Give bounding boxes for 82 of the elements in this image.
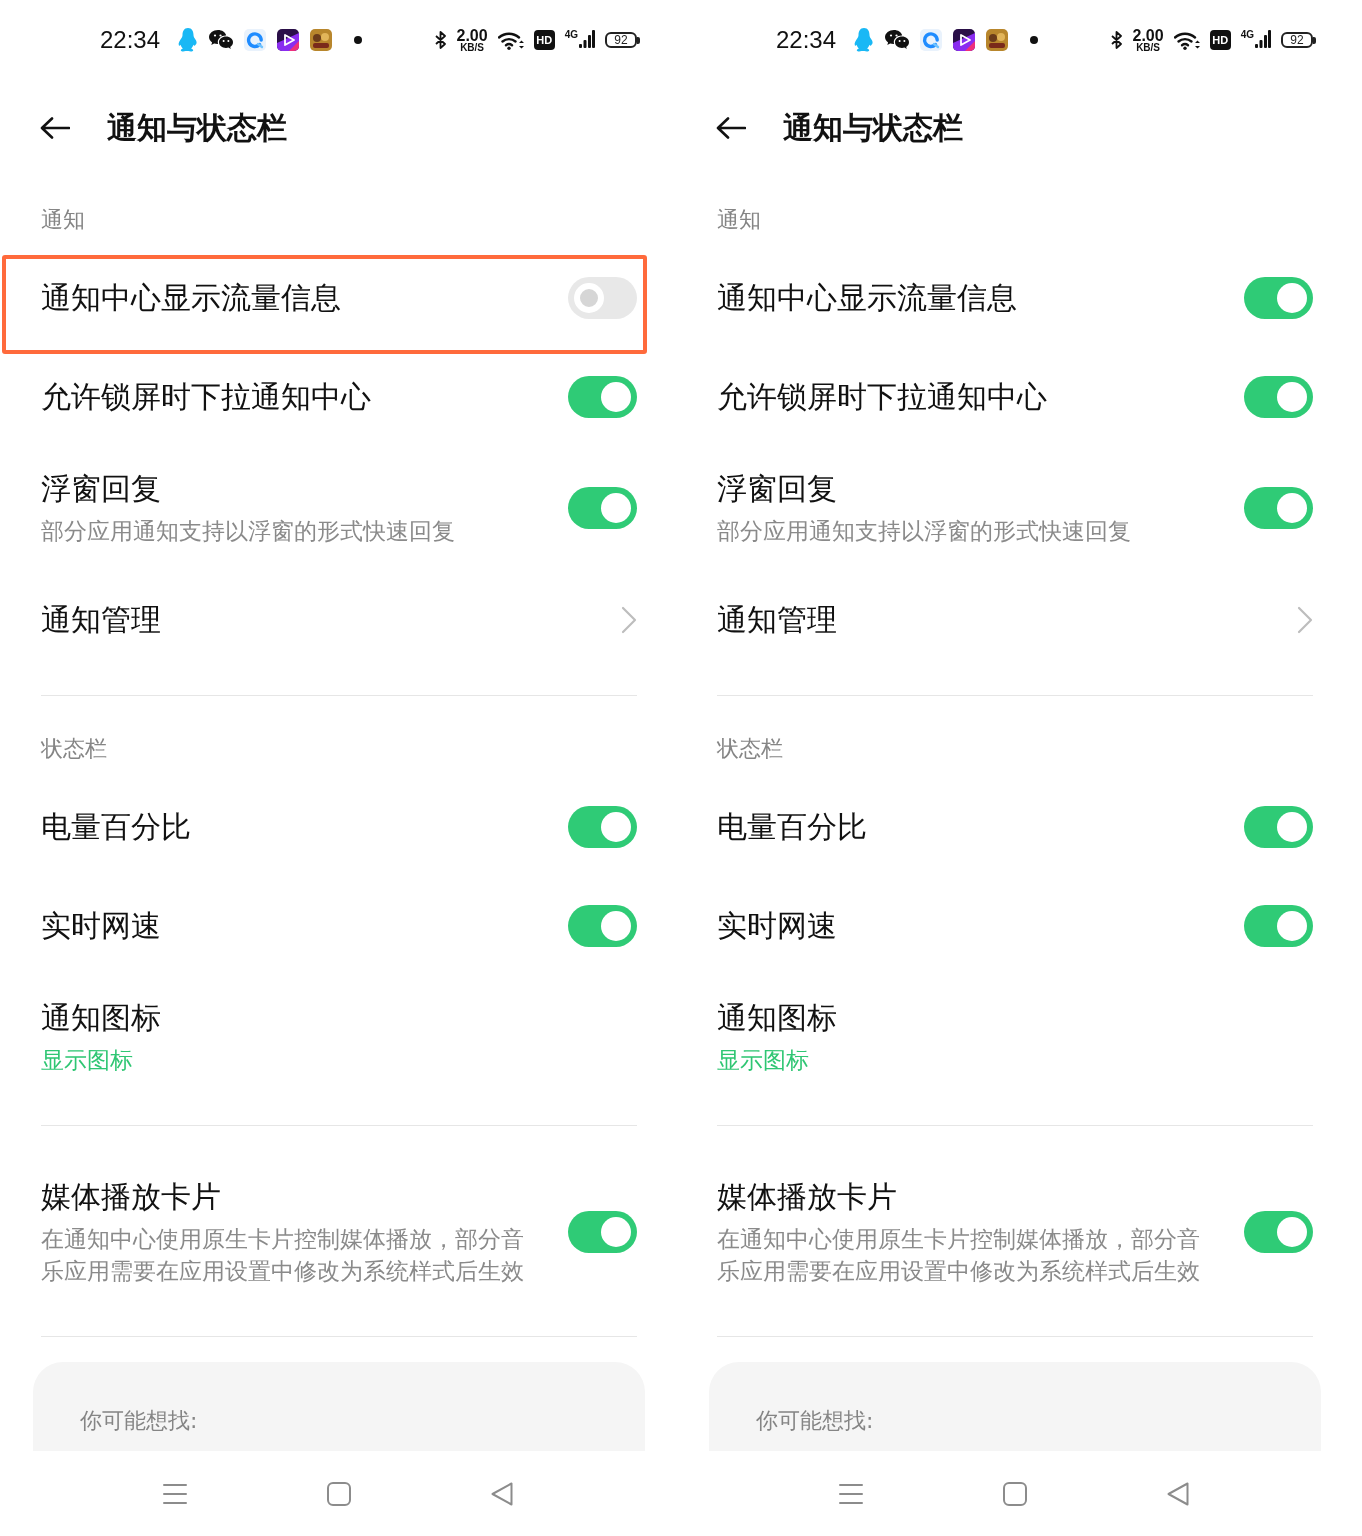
penguin-icon [178,28,199,52]
section-header: 状态栏 [41,735,107,763]
dot-icon [1030,36,1039,44]
dot-icon [354,36,363,44]
chat-bubbles-icon [209,29,234,51]
toggle-switch[interactable] [568,904,637,947]
setting-description: 在通知中心使用原生卡片控制媒体播放，部分音乐应用需要在应用设置中修改为系统样式后生效 [41,1225,525,1286]
home-icon[interactable] [1003,1481,1027,1506]
toggle-switch[interactable] [568,276,637,319]
toggle-switch[interactable] [568,375,637,418]
penguin-icon [854,28,875,52]
battery-indicator: 92 [605,32,640,48]
play-app-icon [277,29,300,51]
setting-description: 在通知中心使用原生卡片控制媒体播放，部分音乐应用需要在应用设置中修改为系统样式后生效 [717,1225,1201,1286]
chat-bubbles-icon [885,29,910,51]
app-tile-icon [986,29,1009,51]
back-arrow-icon[interactable] [40,117,70,139]
bluetooth-icon [434,31,447,49]
setting-title: 电量百分比 [717,807,868,846]
app-tile-icon [310,29,333,51]
setting-title: 通知中心显示流量信息 [41,278,342,317]
net-speed-value: 2.00 [1132,27,1164,43]
wifi-icon [497,30,524,50]
setting-title: 允许锁屏时下拉通知中心 [41,377,372,416]
toggle-switch[interactable] [568,1211,637,1253]
toggle-switch[interactable] [1244,1211,1313,1253]
battery-indicator: 92 [1281,32,1316,48]
signal-bars-icon [579,30,595,50]
chevron-right-icon[interactable] [1297,605,1313,634]
back-icon[interactable] [491,1481,513,1506]
hd-indicator: HD [1209,30,1231,50]
hd-indicator: HD [533,30,555,50]
home-icon[interactable] [327,1481,351,1506]
back-arrow-icon[interactable] [716,117,746,139]
status-time: 22:34 [776,26,837,54]
setting-title: 通知中心显示流量信息 [717,278,1018,317]
setting-title: 通知图标 [717,999,838,1037]
wifi-icon [1173,30,1200,50]
back-icon[interactable] [1167,1481,1189,1506]
setting-title: 浮窗回复 [717,470,838,508]
section-header: 状态栏 [717,735,783,763]
setting-title: 媒体播放卡片 [717,1178,898,1216]
section-header: 通知 [41,206,85,234]
setting-title: 实时网速 [41,906,162,945]
network-type-label: 4G [1240,30,1254,40]
page-title: 通知与状态栏 [783,109,963,147]
toggle-switch[interactable] [1244,276,1313,319]
page-title: 通知与状态栏 [107,109,287,147]
menu-icon[interactable] [839,1482,863,1505]
setting-value[interactable]: 显示图标 [41,1044,536,1076]
net-speed-unit: KB/S [1136,42,1161,53]
network-type-label: 4G [564,30,578,40]
chevron-right-icon[interactable] [621,605,637,634]
setting-title: 电量百分比 [41,807,192,846]
setting-title: 媒体播放卡片 [41,1178,222,1216]
setting-title: 实时网速 [717,906,838,945]
toggle-switch[interactable] [568,805,637,848]
ring-app-icon [244,29,267,51]
signal-bars-icon [1255,30,1271,50]
setting-title: 浮窗回复 [41,470,162,508]
bluetooth-icon [1110,31,1123,49]
setting-value[interactable]: 显示图标 [717,1044,1212,1076]
toggle-switch[interactable] [1244,904,1313,947]
toggle-switch[interactable] [1244,375,1313,418]
suggestions-title: 你可能想找: [756,1407,875,1435]
status-time: 22:34 [100,26,161,54]
toggle-switch[interactable] [1244,487,1313,529]
setting-description: 部分应用通知支持以浮窗的形式快速回复 [41,517,456,546]
play-app-icon [953,29,976,51]
net-speed-unit: KB/S [460,42,485,53]
ring-app-icon [920,29,943,51]
suggestions-title: 你可能想找: [80,1407,199,1435]
setting-description: 部分应用通知支持以浮窗的形式快速回复 [717,517,1132,546]
toggle-switch[interactable] [1244,805,1313,848]
setting-title: 通知管理 [41,600,162,639]
toggle-switch[interactable] [568,487,637,529]
menu-icon[interactable] [163,1482,187,1505]
section-header: 通知 [717,206,761,234]
setting-title: 允许锁屏时下拉通知中心 [717,377,1048,416]
setting-title: 通知管理 [717,600,838,639]
setting-title: 通知图标 [41,999,162,1037]
net-speed-value: 2.00 [456,27,488,43]
